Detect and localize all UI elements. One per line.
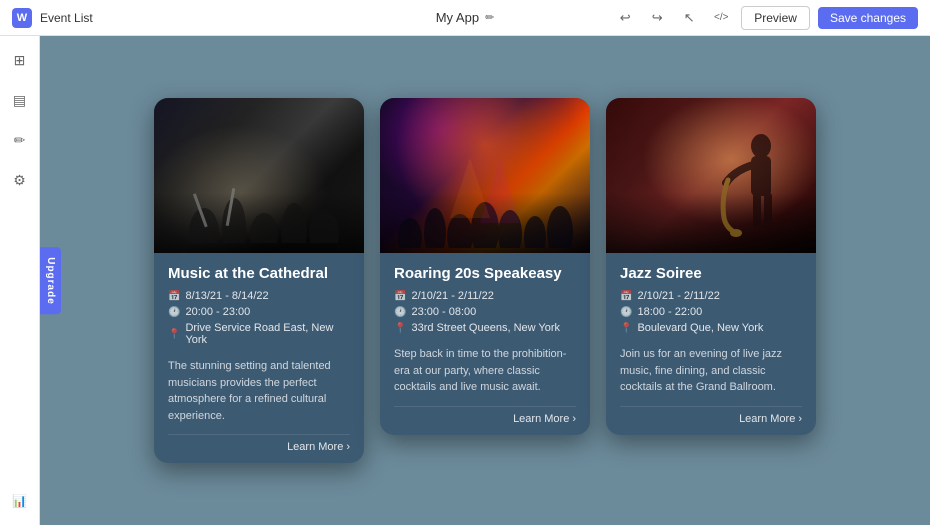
app-logo: W [12,8,32,28]
event-location-1: 📍 Drive Service Road East, New York [168,322,350,346]
event-description-1: The stunning setting and talented musici… [168,358,350,424]
event-date-3: 📅 2/10/21 - 2/11/22 [620,290,802,302]
event-card-2: Roaring 20s Speakeasy 📅 2/10/21 - 2/11/2… [380,98,590,435]
content-area: Upgrade [40,36,930,525]
grid-icon[interactable]: ⊞ [6,46,34,74]
event-image-concert [380,98,590,253]
event-location-2: 📍 33rd Street Queens, New York [394,322,576,334]
events-list: Music at the Cathedral 📅 8/13/21 - 8/14/… [154,98,816,463]
event-description-2: Step back in time to the prohibition-era… [394,346,576,396]
page-title: Event List [40,11,93,25]
event-time-1: 🕐 20:00 - 23:00 [168,306,350,318]
calendar-icon-3: 📅 [620,291,632,302]
event-time-3: 🕐 18:00 - 22:00 [620,306,802,318]
main-layout: ⊞ ▤ ✏ ⚙ 📊 Upgrade [0,36,930,525]
clock-icon-1: 🕐 [168,307,180,318]
undo-button[interactable]: ↩ [613,6,637,30]
sidebar: ⊞ ▤ ✏ ⚙ 📊 [0,36,40,525]
pen-icon[interactable]: ✏ [6,126,34,154]
clock-icon-3: 🕐 [620,307,632,318]
app-name-section: My App ✏ [436,10,495,25]
card-body-3: Jazz Soiree 📅 2/10/21 - 2/11/22 🕐 18:00 … [606,253,816,435]
card-footer-3: Learn More › [620,406,802,425]
card-body-2: Roaring 20s Speakeasy 📅 2/10/21 - 2/11/2… [380,253,590,435]
event-time-2: 🕐 23:00 - 08:00 [394,306,576,318]
calendar-icon-2: 📅 [394,291,406,302]
event-title-3: Jazz Soiree [620,265,802,282]
location-icon-2: 📍 [394,323,406,334]
edit-icon[interactable]: ✏ [485,11,494,24]
cursor-button[interactable]: ↖ [677,6,701,30]
location-icon-1: 📍 [168,329,180,340]
chevron-right-icon-2: › [572,413,576,425]
preview-button[interactable]: Preview [741,6,810,30]
event-location-3: 📍 Boulevard Que, New York [620,322,802,334]
event-date-1: 📅 8/13/21 - 8/14/22 [168,290,350,302]
layout-icon[interactable]: ▤ [6,86,34,114]
redo-button[interactable]: ↪ [645,6,669,30]
topbar-actions: ↩ ↪ ↖ </> Preview Save changes [613,6,918,30]
event-title-1: Music at the Cathedral [168,265,350,282]
card-footer-1: Learn More › [168,434,350,453]
topbar: W Event List My App ✏ ↩ ↪ ↖ </> Preview … [0,0,930,36]
event-date-2: 📅 2/10/21 - 2/11/22 [394,290,576,302]
app-name-label: My App [436,10,479,25]
learn-more-button-3[interactable]: Learn More › [739,413,802,425]
chart-icon[interactable]: 📊 [6,487,34,515]
learn-more-button-1[interactable]: Learn More › [287,441,350,453]
event-card-3: Jazz Soiree 📅 2/10/21 - 2/11/22 🕐 18:00 … [606,98,816,435]
card-body-1: Music at the Cathedral 📅 8/13/21 - 8/14/… [154,253,364,463]
event-description-3: Join us for an evening of live jazz musi… [620,346,802,396]
upgrade-button[interactable]: Upgrade [40,247,61,315]
location-icon-3: 📍 [620,323,632,334]
save-button[interactable]: Save changes [818,7,918,29]
learn-more-button-2[interactable]: Learn More › [513,413,576,425]
code-button[interactable]: </> [709,6,733,30]
event-image-orchestra [154,98,364,253]
calendar-icon-1: 📅 [168,291,180,302]
chevron-right-icon-1: › [346,441,350,453]
event-image-jazz [606,98,816,253]
card-footer-2: Learn More › [394,406,576,425]
event-title-2: Roaring 20s Speakeasy [394,265,576,282]
chevron-right-icon-3: › [798,413,802,425]
settings-icon[interactable]: ⚙ [6,166,34,194]
clock-icon-2: 🕐 [394,307,406,318]
event-card-1: Music at the Cathedral 📅 8/13/21 - 8/14/… [154,98,364,463]
